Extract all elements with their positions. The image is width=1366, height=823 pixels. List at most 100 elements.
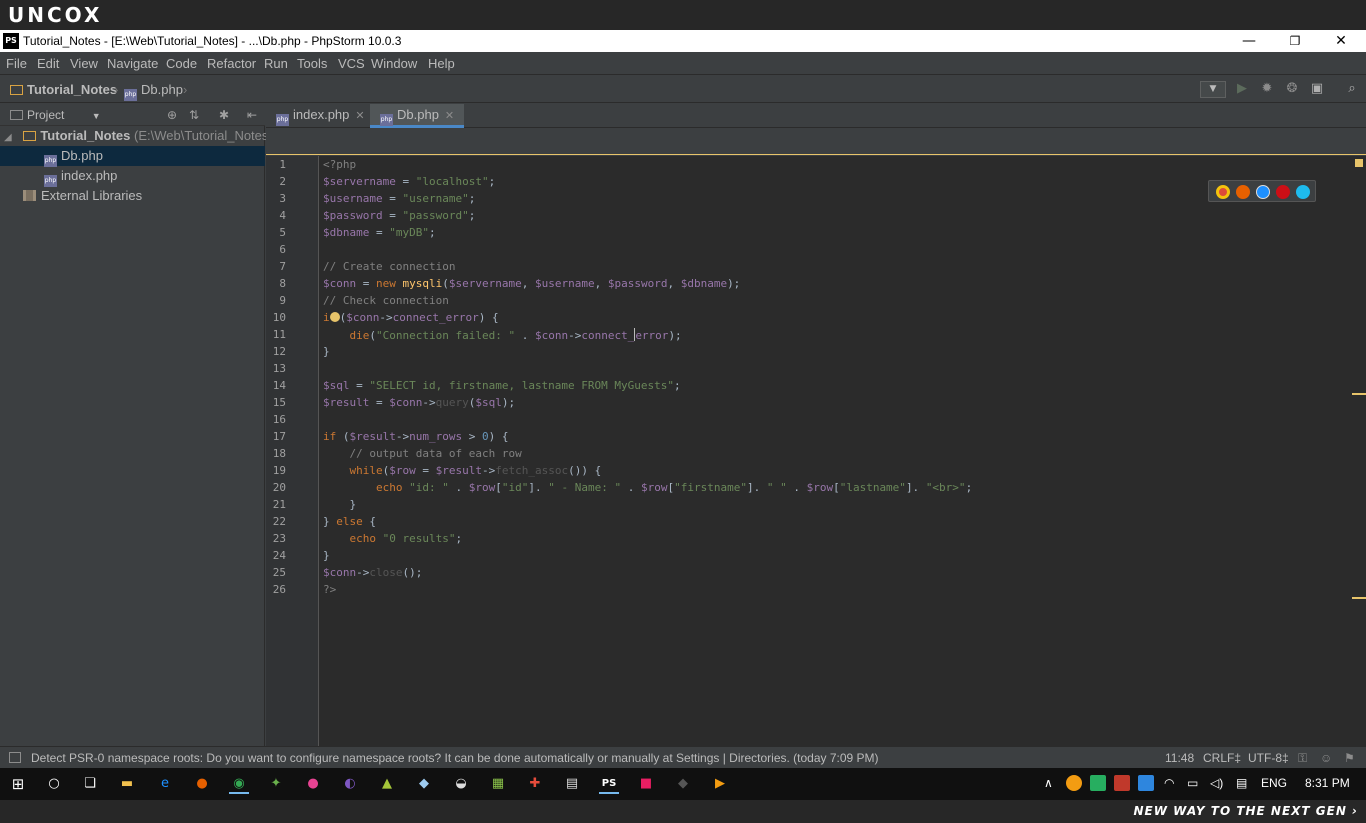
line-number: 11: [272, 328, 286, 341]
stop-icon[interactable]: ▣: [1307, 80, 1327, 98]
app-icon-grey[interactable]: ◒: [451, 774, 471, 794]
menu-navigate[interactable]: Navigate: [107, 56, 158, 71]
warning-marker[interactable]: [1352, 393, 1366, 395]
status-message[interactable]: Detect PSR-0 namespace roots: Do you wan…: [31, 751, 879, 765]
line-number: 4: [279, 209, 286, 222]
eclipse-icon[interactable]: ◐: [340, 774, 360, 794]
close-button[interactable]: ✕: [1318, 30, 1364, 52]
app-icon-green[interactable]: ✦: [266, 774, 286, 794]
menu-window[interactable]: Window: [371, 56, 417, 71]
code-line: // Create connection: [323, 260, 456, 273]
chrome-taskbar-icon[interactable]: ◉: [229, 774, 249, 794]
menu-tools[interactable]: Tools: [297, 56, 327, 71]
search-circle-icon[interactable]: ○: [44, 774, 64, 794]
analysis-status-icon[interactable]: [1355, 159, 1363, 167]
code-editor[interactable]: <?php $servername = "localhost"; $userna…: [319, 156, 1352, 746]
app-icon-doc[interactable]: ▤: [562, 774, 582, 794]
tree-external-libraries[interactable]: External Libraries: [0, 186, 265, 206]
line-number: 3: [279, 192, 286, 205]
breadcrumb-separator: ›: [114, 82, 119, 97]
inspector-icon[interactable]: ☺: [1320, 751, 1332, 765]
menu-refactor[interactable]: Refactor: [207, 56, 256, 71]
tray-icon-red[interactable]: [1114, 775, 1130, 791]
warning-marker[interactable]: [1352, 597, 1366, 599]
virtualbox-icon[interactable]: ◆: [414, 774, 434, 794]
media-player-icon[interactable]: ▶: [710, 774, 730, 794]
file-encoding[interactable]: UTF-8‡: [1248, 751, 1289, 765]
caret-position[interactable]: 11:48: [1165, 751, 1194, 765]
line-number: 25: [272, 566, 286, 579]
tab-db-php[interactable]: php Db.php ✕: [370, 104, 465, 128]
safari-icon[interactable]: [1256, 185, 1270, 199]
breadcrumb-file[interactable]: php Db.php: [124, 82, 183, 101]
menu-run[interactable]: Run: [264, 56, 288, 71]
ie-icon[interactable]: [1296, 185, 1310, 199]
windows-start-icon[interactable]: ⊞: [8, 774, 28, 794]
code-line: $result = $conn->query($sql);: [323, 396, 516, 409]
line-number: 13: [272, 362, 286, 375]
android-icon[interactable]: ▲: [377, 774, 397, 794]
run-icon[interactable]: ▶: [1232, 80, 1252, 98]
tab-index-php[interactable]: php index.php ✕: [266, 104, 375, 128]
run-config-dropdown[interactable]: ▼: [1200, 81, 1226, 98]
app-icon-pink[interactable]: ●: [303, 774, 323, 794]
edge-icon[interactable]: e: [155, 774, 175, 794]
expand-arrow-icon[interactable]: ◢: [4, 132, 12, 143]
close-tab-icon[interactable]: ✕: [355, 110, 364, 122]
search-icon[interactable]: ⌕: [1342, 80, 1362, 98]
project-view-selector[interactable]: Project ▼: [10, 108, 101, 122]
notifications-icon[interactable]: ⚑: [1344, 751, 1355, 765]
folder-icon: [10, 85, 23, 95]
firefox-icon[interactable]: [1236, 185, 1250, 199]
firefox-taskbar-icon[interactable]: ●: [192, 774, 212, 794]
menu-edit[interactable]: Edit: [37, 56, 59, 71]
app-icon-dark[interactable]: ◆: [673, 774, 693, 794]
tray-icon-blue[interactable]: [1138, 775, 1154, 791]
locate-icon[interactable]: ⊕: [164, 107, 180, 123]
chrome-icon[interactable]: [1216, 185, 1230, 199]
minimize-button[interactable]: —: [1226, 30, 1272, 52]
editor-error-stripe[interactable]: [1352, 156, 1366, 746]
show-hidden-icons-icon[interactable]: ∧: [1044, 776, 1053, 790]
wifi-icon[interactable]: ◠: [1164, 776, 1174, 790]
tab-label: index.php: [293, 107, 350, 122]
restore-button[interactable]: ❐: [1272, 30, 1318, 52]
menu-view[interactable]: View: [70, 56, 98, 71]
file-name: index.php: [61, 168, 118, 183]
gear-icon[interactable]: ✱: [216, 107, 232, 123]
menu-file[interactable]: File: [6, 56, 27, 71]
task-view-icon[interactable]: ❏: [80, 774, 100, 794]
close-tab-icon[interactable]: ✕: [445, 110, 454, 122]
tray-icon-green[interactable]: [1090, 775, 1106, 791]
line-separator[interactable]: CRLF‡: [1203, 751, 1241, 765]
breadcrumb-project[interactable]: Tutorial_Notes: [10, 82, 117, 97]
line-number: 22: [272, 515, 286, 528]
tree-root-folder[interactable]: ◢ Tutorial_Notes (E:\Web\Tutorial_Notes): [0, 126, 273, 146]
file-explorer-icon[interactable]: ▬: [117, 774, 137, 794]
app-icon-magenta[interactable]: ■: [636, 774, 656, 794]
tree-file-index[interactable]: php index.php: [0, 166, 265, 187]
app-icon-red[interactable]: ✚: [525, 774, 545, 794]
clock[interactable]: 8:31 PM: [1305, 776, 1350, 790]
phpstorm-taskbar-icon[interactable]: PS: [599, 774, 619, 794]
menu-code[interactable]: Code: [166, 56, 197, 71]
tray-icon-orange[interactable]: [1066, 775, 1082, 791]
event-log-icon[interactable]: [9, 752, 21, 763]
battery-icon[interactable]: ▭: [1187, 776, 1198, 790]
debug-icon[interactable]: ✹: [1257, 80, 1277, 98]
menu-vcs[interactable]: VCS: [338, 56, 365, 71]
menu-help[interactable]: Help: [428, 56, 455, 71]
intention-bulb-icon[interactable]: [329, 312, 340, 322]
code-line: die("Connection failed: " . $conn->conne…: [349, 328, 682, 342]
hide-icon[interactable]: ⇤: [244, 107, 260, 123]
action-center-icon[interactable]: ▤: [1236, 776, 1247, 790]
language-indicator[interactable]: ENG: [1261, 776, 1287, 790]
php-file-icon: php: [124, 89, 137, 101]
collapse-icon[interactable]: ⇅: [186, 107, 202, 123]
lock-icon[interactable]: ⚿: [1298, 751, 1307, 766]
opera-icon[interactable]: [1276, 185, 1290, 199]
coverage-icon[interactable]: ❂: [1282, 80, 1302, 98]
tree-file-db[interactable]: php Db.php: [0, 146, 265, 167]
volume-icon[interactable]: ◁): [1210, 776, 1223, 790]
app-icon-bars[interactable]: ▦: [488, 774, 508, 794]
